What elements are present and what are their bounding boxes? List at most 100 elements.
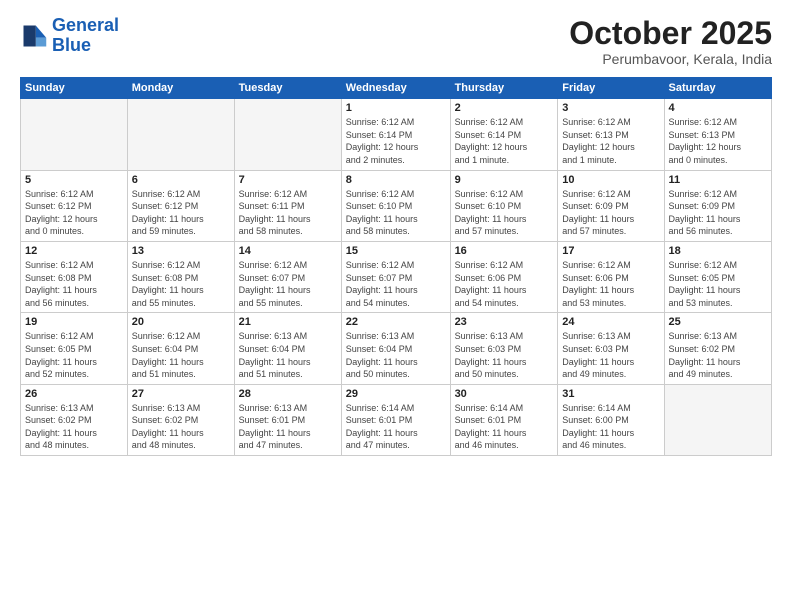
calendar-cell: 24 Sunrise: 6:13 AM Sunset: 6:03 PM Dayli… (558, 313, 664, 384)
day-number: 2 (455, 102, 554, 114)
day-info: Sunrise: 6:12 AM Sunset: 6:05 PM Dayligh… (25, 330, 123, 380)
calendar-cell: 27 Sunrise: 6:13 AM Sunset: 6:02 PM Dayli… (127, 384, 234, 455)
calendar-cell: 21 Sunrise: 6:13 AM Sunset: 6:04 PM Dayli… (234, 313, 341, 384)
day-number: 18 (669, 245, 767, 257)
calendar-cell: 25Sunrise: 6:13 AM Sunset: 6:02 PM Dayli… (664, 313, 771, 384)
header: General Blue October 2025 Perumbavoor, K… (20, 16, 772, 67)
calendar-weekday-sunday: Sunday (21, 78, 128, 99)
day-number: 22 (346, 316, 446, 328)
day-info: Sunrise: 6:12 AM Sunset: 6:04 PM Dayligh… (132, 330, 230, 380)
calendar-cell: 16Sunrise: 6:12 AM Sunset: 6:06 PM Dayli… (450, 241, 558, 312)
logo-text: General Blue (52, 16, 119, 56)
day-info: Sunrise: 6:12 AM Sunset: 6:06 PM Dayligh… (455, 259, 554, 309)
logo-blue: Blue (52, 36, 119, 56)
day-info: Sunrise: 6:12 AM Sunset: 6:05 PM Dayligh… (669, 259, 767, 309)
calendar-cell: 14Sunrise: 6:12 AM Sunset: 6:07 PM Dayli… (234, 241, 341, 312)
calendar-cell: 8 Sunrise: 6:12 AM Sunset: 6:10 PM Daylig… (341, 170, 450, 241)
day-number: 5 (25, 174, 123, 186)
logo-icon (20, 22, 48, 50)
day-number: 1 (346, 102, 446, 114)
day-info: Sunrise: 6:13 AM Sunset: 6:02 PM Dayligh… (25, 402, 123, 452)
logo: General Blue (20, 16, 119, 56)
calendar-cell: 7 Sunrise: 6:12 AM Sunset: 6:11 PM Daylig… (234, 170, 341, 241)
day-number: 3 (562, 102, 659, 114)
calendar-cell (127, 99, 234, 170)
day-number: 27 (132, 388, 230, 400)
day-number: 29 (346, 388, 446, 400)
day-info: Sunrise: 6:13 AM Sunset: 6:04 PM Dayligh… (346, 330, 446, 380)
day-number: 10 (562, 174, 659, 186)
day-info: Sunrise: 6:12 AM Sunset: 6:13 PM Dayligh… (562, 116, 659, 166)
calendar-cell: 3 Sunrise: 6:12 AM Sunset: 6:13 PM Daylig… (558, 99, 664, 170)
title-block: October 2025 Perumbavoor, Kerala, India (569, 16, 772, 67)
day-info: Sunrise: 6:13 AM Sunset: 6:02 PM Dayligh… (132, 402, 230, 452)
calendar-cell (234, 99, 341, 170)
calendar-cell: 2 Sunrise: 6:12 AM Sunset: 6:14 PM Daylig… (450, 99, 558, 170)
calendar-cell: 6Sunrise: 6:12 AM Sunset: 6:12 PM Daylig… (127, 170, 234, 241)
calendar-cell: 29 Sunrise: 6:14 AM Sunset: 6:01 PM Dayli… (341, 384, 450, 455)
day-info: Sunrise: 6:12 AM Sunset: 6:14 PM Dayligh… (346, 116, 446, 166)
day-info: Sunrise: 6:13 AM Sunset: 6:02 PM Dayligh… (669, 330, 767, 380)
day-info: Sunrise: 6:13 AM Sunset: 6:03 PM Dayligh… (455, 330, 554, 380)
day-number: 21 (239, 316, 337, 328)
day-info: Sunrise: 6:12 AM Sunset: 6:14 PM Dayligh… (455, 116, 554, 166)
calendar-cell: 30 Sunrise: 6:14 AM Sunset: 6:01 PM Dayli… (450, 384, 558, 455)
calendar-weekday-saturday: Saturday (664, 78, 771, 99)
calendar-cell: 26 Sunrise: 6:13 AM Sunset: 6:02 PM Dayli… (21, 384, 128, 455)
day-info: Sunrise: 6:12 AM Sunset: 6:12 PM Dayligh… (25, 188, 123, 238)
logo-general: General (52, 15, 119, 35)
calendar-cell (664, 384, 771, 455)
month-title: October 2025 (569, 16, 772, 51)
calendar-cell: 10 Sunrise: 6:12 AM Sunset: 6:09 PM Dayli… (558, 170, 664, 241)
calendar-week-3: 12 Sunrise: 6:12 AM Sunset: 6:08 PM Dayli… (21, 241, 772, 312)
day-info: Sunrise: 6:12 AM Sunset: 6:09 PM Dayligh… (562, 188, 659, 238)
day-number: 24 (562, 316, 659, 328)
calendar-weekday-monday: Monday (127, 78, 234, 99)
day-number: 11 (669, 174, 767, 186)
day-number: 20 (132, 316, 230, 328)
calendar-cell: 18 Sunrise: 6:12 AM Sunset: 6:05 PM Dayli… (664, 241, 771, 312)
calendar-cell: 20 Sunrise: 6:12 AM Sunset: 6:04 PM Dayli… (127, 313, 234, 384)
calendar-cell: 15 Sunrise: 6:12 AM Sunset: 6:07 PM Dayli… (341, 241, 450, 312)
calendar-header-row: SundayMondayTuesdayWednesdayThursdayFrid… (21, 78, 772, 99)
day-info: Sunrise: 6:14 AM Sunset: 6:00 PM Dayligh… (562, 402, 659, 452)
day-number: 30 (455, 388, 554, 400)
calendar-cell: 23 Sunrise: 6:13 AM Sunset: 6:03 PM Dayli… (450, 313, 558, 384)
calendar-weekday-thursday: Thursday (450, 78, 558, 99)
day-number: 12 (25, 245, 123, 257)
day-info: Sunrise: 6:12 AM Sunset: 6:07 PM Dayligh… (346, 259, 446, 309)
day-number: 15 (346, 245, 446, 257)
day-number: 28 (239, 388, 337, 400)
calendar-cell: 11Sunrise: 6:12 AM Sunset: 6:09 PM Dayli… (664, 170, 771, 241)
calendar-weekday-tuesday: Tuesday (234, 78, 341, 99)
calendar-table: SundayMondayTuesdayWednesdayThursdayFrid… (20, 77, 772, 456)
day-number: 7 (239, 174, 337, 186)
calendar-cell: 5 Sunrise: 6:12 AM Sunset: 6:12 PM Daylig… (21, 170, 128, 241)
day-number: 9 (455, 174, 554, 186)
day-number: 14 (239, 245, 337, 257)
calendar-cell: 9 Sunrise: 6:12 AM Sunset: 6:10 PM Daylig… (450, 170, 558, 241)
calendar-weekday-friday: Friday (558, 78, 664, 99)
day-number: 13 (132, 245, 230, 257)
day-number: 4 (669, 102, 767, 114)
day-info: Sunrise: 6:12 AM Sunset: 6:06 PM Dayligh… (562, 259, 659, 309)
calendar-week-5: 26 Sunrise: 6:13 AM Sunset: 6:02 PM Dayli… (21, 384, 772, 455)
day-info: Sunrise: 6:13 AM Sunset: 6:03 PM Dayligh… (562, 330, 659, 380)
day-number: 8 (346, 174, 446, 186)
day-info: Sunrise: 6:14 AM Sunset: 6:01 PM Dayligh… (455, 402, 554, 452)
day-info: Sunrise: 6:13 AM Sunset: 6:01 PM Dayligh… (239, 402, 337, 452)
day-info: Sunrise: 6:12 AM Sunset: 6:11 PM Dayligh… (239, 188, 337, 238)
calendar-week-2: 5 Sunrise: 6:12 AM Sunset: 6:12 PM Daylig… (21, 170, 772, 241)
day-info: Sunrise: 6:12 AM Sunset: 6:10 PM Dayligh… (455, 188, 554, 238)
day-info: Sunrise: 6:14 AM Sunset: 6:01 PM Dayligh… (346, 402, 446, 452)
calendar-week-1: 1 Sunrise: 6:12 AM Sunset: 6:14 PM Daylig… (21, 99, 772, 170)
day-number: 26 (25, 388, 123, 400)
day-info: Sunrise: 6:12 AM Sunset: 6:10 PM Dayligh… (346, 188, 446, 238)
day-number: 19 (25, 316, 123, 328)
day-info: Sunrise: 6:12 AM Sunset: 6:13 PM Dayligh… (669, 116, 767, 166)
day-info: Sunrise: 6:13 AM Sunset: 6:04 PM Dayligh… (239, 330, 337, 380)
day-info: Sunrise: 6:12 AM Sunset: 6:12 PM Dayligh… (132, 188, 230, 238)
day-number: 23 (455, 316, 554, 328)
day-info: Sunrise: 6:12 AM Sunset: 6:08 PM Dayligh… (132, 259, 230, 309)
calendar-cell: 17Sunrise: 6:12 AM Sunset: 6:06 PM Dayli… (558, 241, 664, 312)
